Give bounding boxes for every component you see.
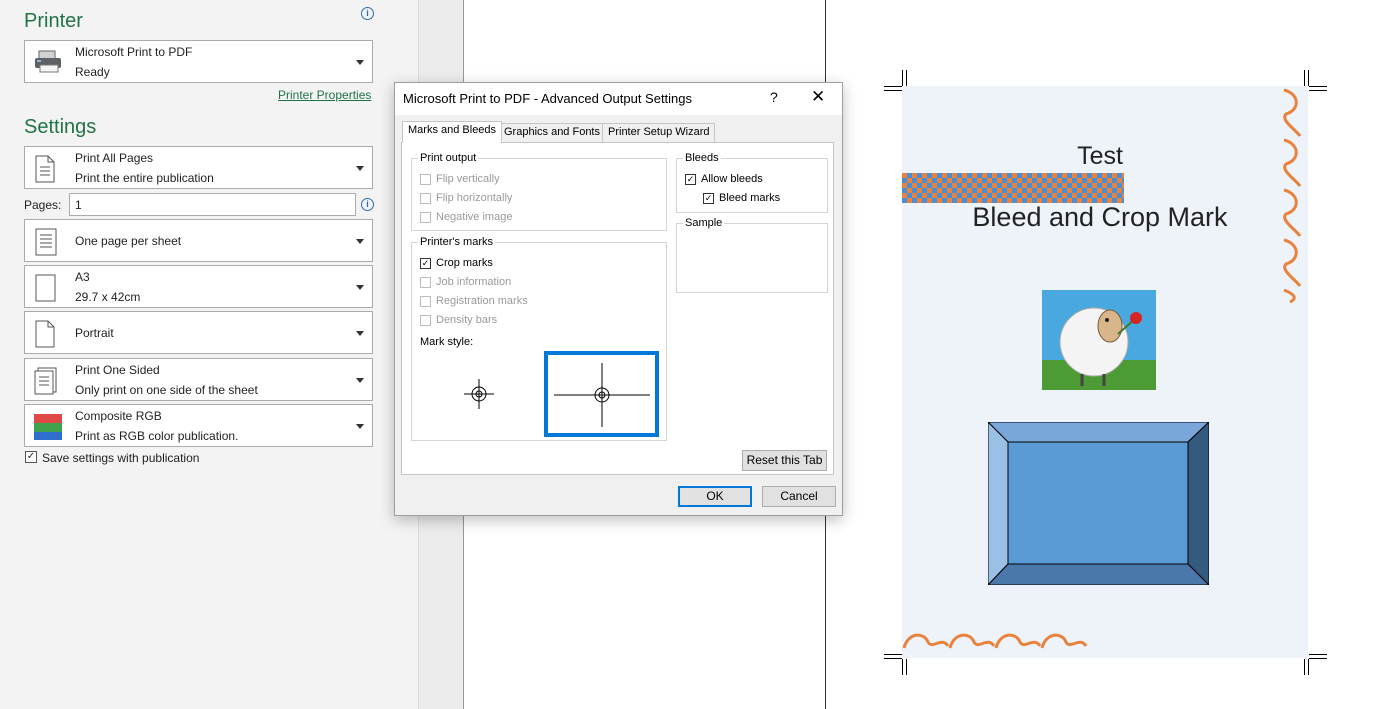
ornament-border-right [1283,88,1302,304]
info-icon[interactable]: i [361,198,374,211]
chevron-down-icon [356,60,364,65]
printer-dropdown[interactable]: Microsoft Print to PDF Ready [24,40,373,83]
sides-dropdown[interactable]: Print One Sided Only print on one side o… [24,358,373,401]
paper-size-desc: 29.7 x 42cm [75,290,141,304]
portrait-icon [33,320,59,351]
printers-marks-label: Printer's marks [418,236,495,248]
sheep-image [1042,290,1156,390]
pages-label: Pages: [24,198,62,212]
paper-size-dropdown[interactable]: A3 29.7 x 42cm [24,265,373,308]
print-output-group: Print output Flip vertically Flip horizo… [411,152,667,231]
print-range-title: Print All Pages [75,151,154,165]
orientation-dropdown[interactable]: Portrait [24,311,373,354]
dialog-titlebar: Microsoft Print to PDF - Advanced Output… [395,83,842,115]
checkbox-checked[interactable]: ✓ [703,193,714,204]
help-button[interactable]: ? [770,89,778,105]
ok-button[interactable]: OK [678,486,752,507]
layout-dropdown[interactable]: One page per sheet [24,219,373,262]
mark-style-label: Mark style: [420,336,474,348]
bleeds-label: Bleeds [683,152,721,164]
printer-icon [33,49,65,78]
chevron-down-icon [356,166,364,171]
chevron-down-icon [356,331,364,336]
color-mode-title: Composite RGB [75,409,162,423]
checkbox[interactable] [420,174,431,185]
dialog-title: Microsoft Print to PDF - Advanced Output… [403,91,693,106]
crop-mark-preview-icon [554,363,650,427]
ornament-border-bottom [902,633,1088,649]
checkbox-checked[interactable]: ✓ [685,174,696,185]
save-settings-checkbox[interactable]: ✓ [25,451,37,463]
print-settings-panel: Printer i Microsoft Print to PDF Ready P… [0,0,418,709]
info-icon[interactable]: i [361,7,374,20]
pages-input[interactable]: 1 [69,193,356,216]
color-mode-desc: Print as RGB color publication. [75,429,239,443]
bevel-shape [988,422,1209,585]
chevron-down-icon [356,285,364,290]
one-sided-icon [33,367,59,398]
printer-properties-link[interactable]: Printer Properties [278,88,371,102]
checkbox[interactable] [420,315,431,326]
rgb-icon [33,413,63,444]
sides-desc: Only print on one side of the sheet [75,383,258,397]
pages-icon [33,155,59,186]
bleeds-group: Bleeds ✓ Allow bleeds ✓ Bleed marks [676,152,828,213]
printer-status: Ready [75,65,110,79]
tab-marks-and-bleeds[interactable]: Marks and Bleeds [402,121,503,143]
printer-heading: Printer [24,10,83,32]
sample-group: Sample [676,217,828,293]
printer-name: Microsoft Print to PDF [75,45,193,59]
orientation-title: Portrait [75,326,114,340]
color-mode-dropdown[interactable]: Composite RGB Print as RGB color publica… [24,404,373,447]
close-icon[interactable]: ✕ [811,87,825,107]
checkbox[interactable] [420,277,431,288]
page-title: Test [1077,142,1123,170]
checkbox-checked[interactable]: ✓ [420,258,431,269]
printers-marks-group: Printer's marks ✓ Crop marks Job informa… [411,236,667,441]
page-preview: Test Bleed and Crop Mark [902,86,1308,658]
print-range-dropdown[interactable]: Print All Pages Print the entire publica… [24,146,373,189]
checkbox[interactable] [420,193,431,204]
print-output-label: Print output [418,152,479,164]
chevron-down-icon [356,424,364,429]
layout-title: One page per sheet [75,234,182,248]
save-settings-label: Save settings with publication [42,451,200,465]
page-subtitle: Bleed and Crop Mark [972,202,1228,232]
reset-tab-button[interactable]: Reset this Tab [742,450,827,471]
cancel-button[interactable]: Cancel [762,486,836,507]
print-range-desc: Print the entire publication [75,171,214,185]
checkbox[interactable] [420,212,431,223]
settings-heading: Settings [24,116,97,138]
checker-banner [902,173,1124,203]
sides-title: Print One Sided [75,363,160,377]
chevron-down-icon [356,378,364,383]
tab-panel: Print output Flip vertically Flip horizo… [401,142,834,475]
checkbox[interactable] [420,296,431,307]
mark-style-large-option[interactable] [544,351,659,437]
tab-graphics-and-fonts[interactable]: Graphics and Fonts [498,123,606,142]
sample-label: Sample [683,217,725,229]
one-page-per-sheet-icon [33,228,59,259]
chevron-down-icon [356,239,364,244]
advanced-output-settings-dialog: Microsoft Print to PDF - Advanced Output… [394,82,843,516]
paper-size-title: A3 [75,270,90,284]
paper-icon [33,274,59,305]
tab-printer-setup-wizard[interactable]: Printer Setup Wizard [602,123,716,142]
mark-style-small-option[interactable] [462,377,496,411]
